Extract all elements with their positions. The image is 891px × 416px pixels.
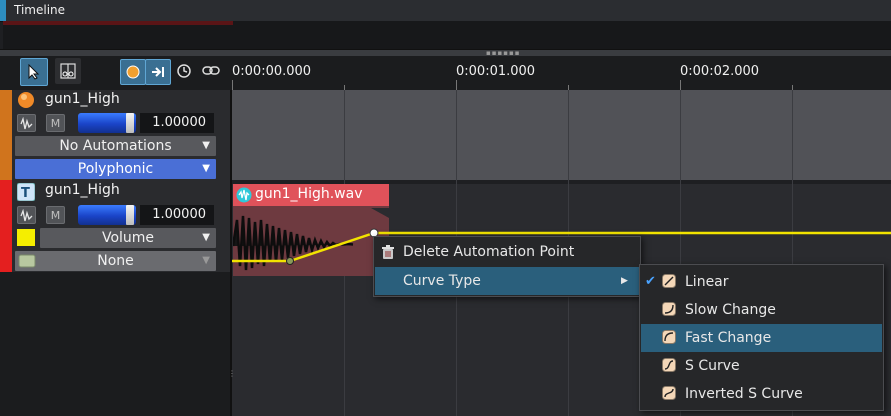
mute-button[interactable]: M	[46, 114, 65, 132]
select-tool-button[interactable]	[20, 58, 48, 86]
record-icon	[126, 65, 140, 79]
clip-header[interactable]: gun1_High.wav	[233, 184, 389, 206]
menu-item-label: Curve Type	[403, 273, 481, 289]
s-curve-icon	[662, 358, 676, 372]
mode-icon	[18, 254, 36, 268]
automation-dropdown[interactable]: No Automations ▼	[15, 136, 216, 156]
track-2[interactable]: T gun1_High M 1.00000 Volume ▼ None ▼	[0, 180, 230, 272]
menu-item-label: Slow Change	[685, 302, 776, 318]
menu-item-label: Fast Change	[685, 330, 772, 346]
cut-icon	[60, 63, 76, 79]
time-ruler[interactable]: 0:00:00.000 0:00:01.000 0:00:02.000	[230, 56, 891, 90]
menu-item-label: Delete Automation Point	[403, 244, 575, 260]
mode-dropdown[interactable]: None ▼	[15, 251, 216, 271]
track-color-strip	[0, 180, 12, 272]
record-button[interactable]	[120, 59, 146, 85]
curve-s-curve-item[interactable]: S Curve	[641, 352, 882, 380]
curve-linear-item[interactable]: ✔ Linear	[641, 268, 882, 296]
fast-change-curve-icon	[662, 330, 676, 344]
menu-item-label: Linear	[685, 274, 729, 290]
context-menu: Delete Automation Point Curve Type ▶	[373, 236, 641, 297]
link-icon	[202, 66, 220, 75]
title-accent	[0, 0, 6, 21]
audio-file-icon	[236, 187, 252, 203]
chevron-down-icon: ▼	[202, 255, 210, 266]
volume-value[interactable]: 1.00000	[140, 113, 214, 133]
slow-change-curve-icon	[662, 302, 676, 316]
link-button[interactable]	[198, 58, 224, 84]
overview-strip	[3, 21, 891, 49]
snap-button[interactable]	[145, 59, 171, 85]
mode-dropdown-value: Polyphonic	[77, 161, 154, 177]
volume-slider-knob[interactable]	[126, 113, 134, 133]
resize-grip[interactable]: ⋮	[228, 370, 236, 378]
menu-item-label: Inverted S Curve	[685, 386, 803, 402]
track-color-strip	[0, 90, 12, 180]
automation-dropdown-value: Volume	[101, 230, 155, 246]
curve-inverted-s-curve-item[interactable]: Inverted S Curve	[641, 380, 882, 408]
automation-dropdown[interactable]: Volume ▼	[40, 228, 216, 248]
curve-fast-change-item[interactable]: Fast Change	[641, 324, 882, 352]
chevron-down-icon: ▼	[202, 232, 210, 243]
waveform-toggle-button[interactable]	[17, 114, 36, 132]
automation-dropdown-value: No Automations	[59, 138, 172, 154]
volume-slider-knob[interactable]	[126, 205, 134, 225]
trash-icon	[382, 245, 394, 259]
curve-type-item[interactable]: Curve Type ▶	[375, 267, 639, 295]
sound-source-icon	[18, 92, 34, 108]
curve-slow-change-item[interactable]: Slow Change	[641, 296, 882, 324]
track-1[interactable]: gun1_High M 1.00000 No Automations ▼ Pol…	[0, 90, 230, 180]
automation-color-swatch[interactable]	[17, 229, 35, 246]
submenu-arrow-icon: ▶	[621, 276, 628, 286]
panel-title-bar: Timeline	[0, 0, 891, 22]
svg-text:T: T	[21, 186, 30, 201]
cut-tool-button[interactable]	[55, 58, 81, 84]
delete-automation-point-item[interactable]: Delete Automation Point	[375, 238, 639, 266]
linear-curve-icon	[662, 274, 676, 288]
automation-point[interactable]	[286, 257, 294, 265]
snap-icon	[152, 67, 164, 77]
mode-dropdown-value: None	[97, 253, 134, 269]
track-name: gun1_High	[45, 91, 120, 107]
ruler-time-label: 0:00:01.000	[456, 64, 536, 79]
waveform-toggle-button[interactable]	[17, 206, 36, 224]
chevron-down-icon: ▼	[202, 163, 210, 174]
clock-button[interactable]	[171, 58, 197, 84]
checkmark-icon: ✔	[645, 274, 656, 289]
panel-title: Timeline	[14, 3, 66, 17]
text-track-icon: T	[17, 183, 35, 201]
menu-item-label: S Curve	[685, 358, 740, 374]
inverted-s-curve-icon	[662, 386, 676, 400]
mute-button[interactable]: M	[46, 206, 65, 224]
volume-value[interactable]: 1.00000	[140, 205, 214, 225]
waveform-icon	[20, 116, 33, 129]
curve-type-submenu: ✔ Linear Slow Change Fast Change S Curve…	[639, 264, 884, 411]
waveform-icon	[20, 208, 33, 221]
mode-dropdown[interactable]: Polyphonic ▼	[15, 159, 216, 179]
select-arrow-icon	[28, 64, 40, 80]
ruler-time-label: 0:00:00.000	[232, 64, 312, 79]
chevron-down-icon: ▼	[202, 140, 210, 151]
overview-range-bar	[3, 21, 233, 25]
track-name: gun1_High	[45, 182, 120, 198]
ruler-time-label: 0:00:02.000	[680, 64, 760, 79]
clip-name: gun1_High.wav	[255, 186, 363, 202]
clock-icon	[177, 64, 191, 78]
